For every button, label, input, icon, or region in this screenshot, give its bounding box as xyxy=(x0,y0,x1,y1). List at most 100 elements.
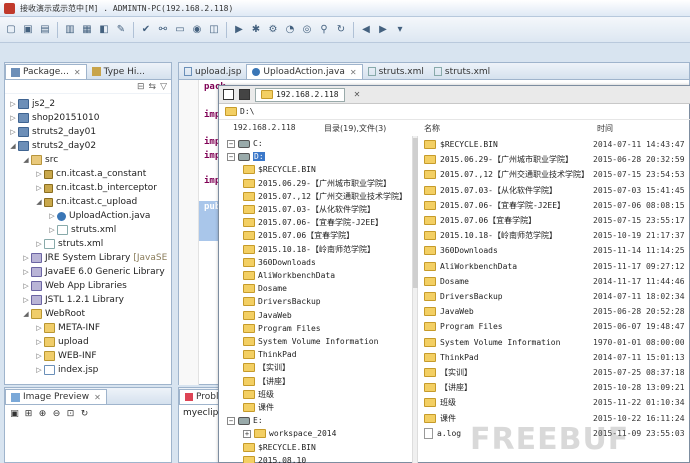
tab-uploadaction-java[interactable]: UploadAction.java ✕ xyxy=(246,64,363,79)
file-row[interactable]: 2015.07.,12【广州交通职业技术学院】 2015-07-15 23:54:… xyxy=(420,167,690,182)
open-image-icon[interactable]: ▣ xyxy=(9,408,20,419)
folder-node[interactable]: + workspace_2014 xyxy=(243,427,336,440)
view-detail-icon[interactable] xyxy=(239,89,250,100)
expand-toggle-icon[interactable]: ▷ xyxy=(9,128,17,136)
folder-node[interactable]: $RECYCLE.BIN xyxy=(243,163,316,176)
drive-node[interactable]: − D: xyxy=(227,150,265,163)
expand-toggle-icon[interactable]: − xyxy=(227,152,235,161)
file-row[interactable]: ThinkPad 2014-07-11 15:01:13 xyxy=(420,350,690,365)
expand-toggle-icon[interactable]: ▷ xyxy=(35,184,43,192)
expand-toggle-icon[interactable]: + xyxy=(243,429,251,438)
tab-package-explorer[interactable]: Package... ✕ xyxy=(5,64,87,79)
link-icon[interactable]: ⚯ xyxy=(155,22,171,38)
expand-toggle-icon[interactable]: ▷ xyxy=(9,100,17,108)
expand-toggle-icon[interactable]: ▷ xyxy=(22,282,30,290)
tree-item[interactable]: ▷ UploadAction.java xyxy=(48,209,150,223)
tree-item[interactable]: ▷ struts.xml xyxy=(48,223,116,237)
folder-node[interactable]: $RECYCLE.BIN xyxy=(243,441,316,454)
tree-item[interactable]: ▷ struts.xml xyxy=(35,237,103,251)
back-icon[interactable]: ◀ xyxy=(358,22,374,38)
file-row[interactable]: 班级 2015-11-22 01:10:34 xyxy=(420,395,690,410)
folder-node[interactable]: 2015.07.,12【广州交通职业技术学院】 xyxy=(243,190,407,203)
search-icon[interactable]: ⚲ xyxy=(316,22,332,38)
image-icon[interactable]: ◧ xyxy=(96,22,112,38)
run-icon[interactable]: ▶ xyxy=(231,22,247,38)
file-row[interactable]: Program Files 2015-06-07 19:48:47 xyxy=(420,319,690,334)
folder-node[interactable]: 2015.07.03-【从化软件学院】 xyxy=(243,203,375,216)
expand-toggle-icon[interactable]: ▷ xyxy=(35,366,43,374)
column-time[interactable]: 时间 xyxy=(597,123,613,134)
tree-item[interactable]: ▷ index.jsp xyxy=(35,363,98,377)
file-row[interactable]: JavaWeb 2015-06-28 20:52:28 xyxy=(420,304,690,319)
expand-toggle-icon[interactable]: ▷ xyxy=(35,338,43,346)
current-path[interactable]: D:\ xyxy=(240,107,254,116)
folder-node[interactable]: JavaWeb xyxy=(243,309,292,322)
tab-upload-jsp[interactable]: upload.jsp xyxy=(179,64,246,79)
folder-node[interactable]: Program Files xyxy=(243,322,321,335)
print-icon[interactable]: ▤ xyxy=(37,22,53,38)
folder-node[interactable]: Dosame xyxy=(243,282,287,295)
file-row[interactable]: 【讲座】 2015-10-28 13:09:21 xyxy=(420,380,690,395)
tree-item[interactable]: ▷ META-INF xyxy=(35,321,100,335)
tree-item[interactable]: ◢ struts2_day02 xyxy=(9,139,96,153)
fit-icon[interactable]: ⊞ xyxy=(23,408,34,419)
expand-toggle-icon[interactable]: ▷ xyxy=(35,170,43,178)
tree-item[interactable]: ▷ struts2_day01 xyxy=(9,125,96,139)
web-icon[interactable]: ◉ xyxy=(189,22,205,38)
expand-toggle-icon[interactable]: ▷ xyxy=(48,212,56,220)
tree-item[interactable]: ◢ cn.itcast.c_upload xyxy=(35,195,137,209)
tree-scrollbar[interactable] xyxy=(412,136,418,463)
collapse-toggle-icon[interactable]: ◢ xyxy=(9,142,17,150)
tree-item[interactable]: ▷ JRE System Library [JavaSE xyxy=(22,251,167,265)
close-icon[interactable]: ✕ xyxy=(354,90,361,99)
server-icon[interactable]: ▥ xyxy=(62,22,78,38)
file-row[interactable]: DriversBackup 2014-07-11 18:02:34 xyxy=(420,289,690,304)
external-tools-icon[interactable]: ⚙ xyxy=(265,22,281,38)
forward-icon[interactable]: ▶ xyxy=(375,22,391,38)
folder-node[interactable]: System Volume Information xyxy=(243,335,378,348)
expand-toggle-icon[interactable]: ▷ xyxy=(35,324,43,332)
new-icon[interactable]: ▢ xyxy=(3,22,19,38)
folder-node[interactable]: 【讲座】 xyxy=(243,375,290,388)
history-icon[interactable]: ▾ xyxy=(392,22,408,38)
folder-node[interactable]: 2015.07.06【宜春学院】 xyxy=(243,229,354,242)
expand-toggle-icon[interactable]: ▷ xyxy=(48,226,56,234)
tree-item[interactable]: ▷ shop20151010 xyxy=(9,111,99,125)
file-row[interactable]: 360Downloads 2015-11-14 11:14:25 xyxy=(420,243,690,258)
folder-node[interactable]: AliWorkbenchData xyxy=(243,269,335,282)
tree-item[interactable]: ▷ upload xyxy=(35,335,89,349)
refresh-icon[interactable]: ↻ xyxy=(333,22,349,38)
save-icon[interactable]: ▣ xyxy=(20,22,36,38)
deploy-icon[interactable]: ▦ xyxy=(79,22,95,38)
column-name[interactable]: 名称 xyxy=(424,123,440,134)
host-selector[interactable]: 192.168.2.118 xyxy=(255,87,345,102)
folder-node[interactable]: ThinkPad xyxy=(243,348,297,361)
folder-node[interactable]: 班级 xyxy=(243,388,274,401)
collapse-toggle-icon[interactable]: ◢ xyxy=(35,198,43,206)
tree-item[interactable]: ▷ WEB-INF xyxy=(35,349,97,363)
new-class-icon[interactable]: ◎ xyxy=(299,22,315,38)
folder-icon[interactable]: ▭ xyxy=(172,22,188,38)
expand-toggle-icon[interactable]: ▷ xyxy=(9,114,17,122)
expand-toggle-icon[interactable]: ▷ xyxy=(35,352,43,360)
close-icon[interactable]: ✕ xyxy=(350,68,357,77)
drive-node[interactable]: − E: xyxy=(227,414,263,427)
folder-node[interactable]: 2015.08.10 xyxy=(243,454,306,463)
tree-item[interactable]: ▷ JavaEE 6.0 Generic Library xyxy=(22,265,165,279)
zoom-in-icon[interactable]: ⊕ xyxy=(37,408,48,419)
file-row[interactable]: AliWorkbenchData 2015-11-17 09:27:12 xyxy=(420,259,690,274)
file-row[interactable]: 2015.07.06【宜春学院】 2015-07-15 23:55:17 xyxy=(420,213,690,228)
tree-item[interactable]: ▷ cn.itcast.a_constant xyxy=(35,167,146,181)
folder-node[interactable]: 课件 xyxy=(243,401,274,414)
folder-node[interactable]: 【实训】 xyxy=(243,361,290,374)
tree-item[interactable]: ▷ cn.itcast.b_interceptor xyxy=(35,181,157,195)
expand-toggle-icon[interactable]: − xyxy=(227,139,235,148)
file-row[interactable]: System Volume Information 1970-01-01 08:0… xyxy=(420,335,690,350)
collapse-all-icon[interactable]: ⊟ xyxy=(137,82,145,92)
tree-item[interactable]: ◢ src xyxy=(22,153,58,167)
file-row[interactable]: 2015.07.03-【从化软件学院】 2015-07-03 15:41:45 xyxy=(420,183,690,198)
zoom-out-icon[interactable]: ⊖ xyxy=(51,408,62,419)
folder-node[interactable]: 2015.06.29-【广州城市职业学院】 xyxy=(243,177,391,190)
file-row[interactable]: $RECYCLE.BIN 2014-07-11 14:43:47 xyxy=(420,137,690,152)
scroll-thumb[interactable] xyxy=(413,138,418,288)
